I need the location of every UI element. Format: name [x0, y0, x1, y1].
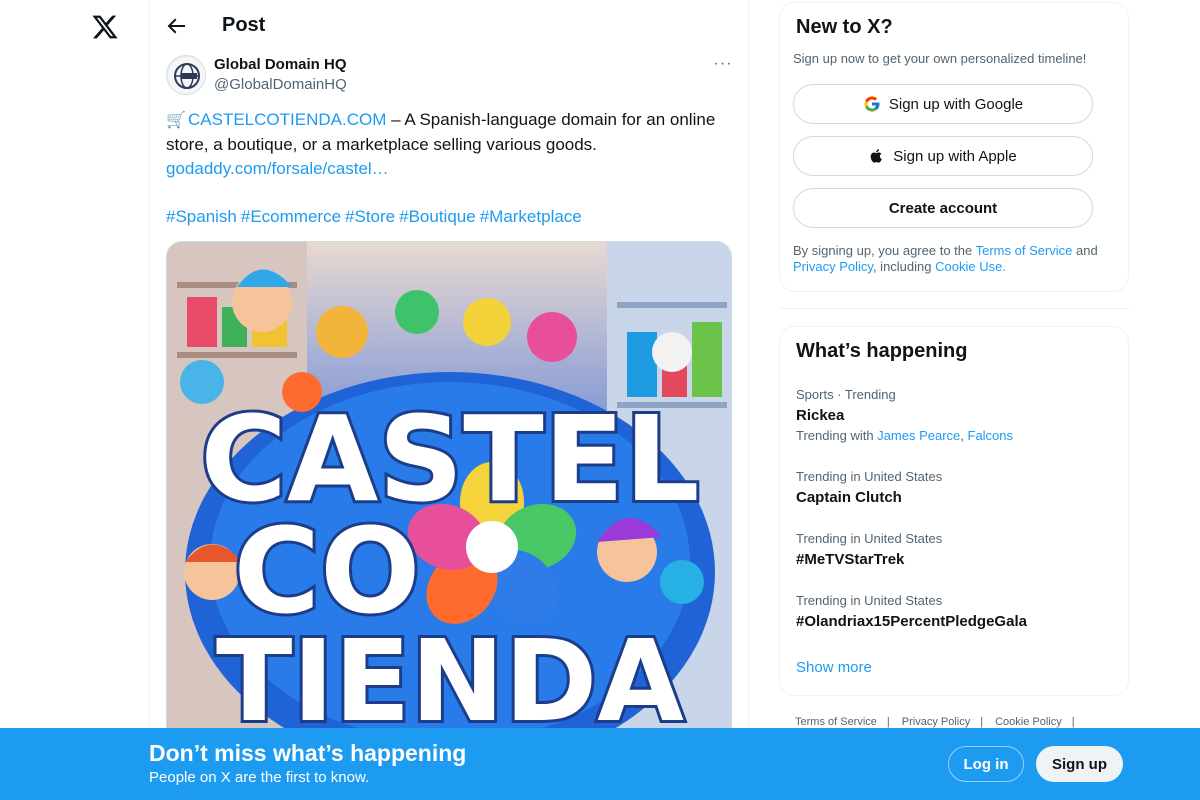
trend-item[interactable]: Trending in United States #MeTVStarTrek — [796, 531, 1116, 568]
bottom-bar-title: Don’t miss what’s happening — [149, 740, 467, 766]
login-button[interactable]: Log in — [948, 746, 1024, 782]
hashtag-link[interactable]: #Store — [345, 207, 395, 226]
terms-of-service-link[interactable]: Terms of Service — [976, 243, 1073, 258]
terms-text: and — [1072, 243, 1098, 258]
trend-item[interactable]: Trending in United States Captain Clutch — [796, 469, 1116, 506]
trend-name: #MeTVStarTrek — [796, 551, 905, 568]
signup-apple-label: Sign up with Apple — [893, 147, 1017, 165]
post-author: Global Domain HQ @GlobalDomainHQ ··· — [166, 55, 736, 97]
avatar[interactable] — [166, 55, 206, 95]
author-handle[interactable]: @GlobalDomainHQ — [214, 76, 347, 93]
ellipsis-icon[interactable]: ··· — [710, 55, 736, 77]
author-name[interactable]: Global Domain HQ — [214, 56, 347, 73]
show-more-link[interactable]: Show more — [796, 659, 872, 676]
post-image[interactable]: CASTEL CO TIENDA — [166, 241, 732, 741]
tweet-text: 🛒 CASTELCOTIENDA.COM – A Spanish-language… — [166, 108, 736, 229]
trend-with-sep: , — [960, 428, 968, 443]
trend-meta: Trending in United States — [796, 593, 943, 608]
apple-icon — [869, 147, 885, 165]
trend-related-link[interactable]: James Pearce — [877, 428, 960, 443]
trend-meta: Trending in United States — [796, 469, 943, 484]
footer-separator: | — [886, 716, 890, 728]
post-header: Post — [150, 0, 748, 53]
trend-name: Rickea — [796, 407, 845, 424]
signup-google-button[interactable]: Sign up with Google — [793, 84, 1093, 124]
hashtag-link[interactable]: #Spanish — [166, 207, 237, 226]
footer-link[interactable]: Cookie Policy — [995, 716, 1062, 728]
signup-button[interactable]: Sign up — [1036, 746, 1123, 782]
trend-with-prefix: Trending with — [796, 428, 878, 443]
footer-link[interactable]: Terms of Service — [795, 716, 877, 728]
bottom-bar-subtitle: People on X are the first to know. — [149, 769, 370, 786]
main-column: Post Global Domain HQ @GlobalDomainHQ ··… — [149, 0, 749, 800]
bottom-signup-bar: Don’t miss what’s happening People on X … — [0, 728, 1200, 800]
trend-with: Trending with James Pearce, Falcons — [796, 428, 1116, 443]
signup-apple-button[interactable]: Sign up with Apple — [793, 136, 1093, 176]
signup-title: New to X? — [796, 16, 893, 38]
x-logo-icon[interactable] — [91, 12, 119, 42]
terms-text: By signing up, you agree to the — [793, 243, 976, 258]
arrow-left-icon[interactable] — [164, 14, 188, 38]
hashtag-link[interactable]: #Boutique — [399, 207, 476, 226]
trending-title: What’s happening — [796, 340, 968, 362]
signup-google-label: Sign up with Google — [888, 95, 1024, 113]
footer-link[interactable]: Privacy Policy — [902, 716, 970, 728]
cart-icon: 🛒 — [166, 112, 186, 129]
trending-card: What’s happening Sports · Trending Ricke… — [779, 326, 1129, 696]
trend-related-link[interactable]: Falcons — [968, 428, 1014, 443]
divider — [779, 308, 1129, 309]
left-nav — [0, 0, 150, 800]
trend-name: Captain Clutch — [796, 489, 902, 506]
hashtag-link[interactable]: #Ecommerce — [241, 207, 341, 226]
google-icon — [863, 95, 881, 113]
signup-terms: By signing up, you agree to the Terms of… — [793, 243, 1123, 275]
page-title: Post — [222, 14, 266, 36]
create-account-button[interactable]: Create account — [793, 188, 1093, 228]
footer-links: Terms of Service | Privacy Policy | Cookie… — [795, 716, 1087, 728]
signup-subtitle: Sign up now to get your own personalized… — [793, 51, 1087, 66]
trend-item[interactable]: Trending in United States #Olandriax15Pe… — [796, 593, 1116, 630]
privacy-policy-link[interactable]: Privacy Policy — [793, 259, 873, 274]
hashtag-list: #Spanish #Ecommerce #Store #Boutique #Market… — [166, 205, 736, 229]
footer-separator: | — [980, 716, 984, 728]
url-link[interactable]: godaddy.com/forsale/castel… — [166, 159, 389, 178]
create-account-label: Create account — [888, 199, 998, 217]
signup-card: New to X? Sign up now to get your own pe… — [779, 2, 1129, 292]
trend-name: #Olandriax15PercentPledgeGala — [796, 613, 1027, 630]
trend-meta: Trending in United States — [796, 531, 943, 546]
domain-link[interactable]: CASTELCOTIENDA.COM — [188, 110, 386, 129]
image-text-line: TIENDA — [216, 617, 684, 741]
terms-text: , including — [872, 259, 936, 274]
cookie-use-link[interactable]: Cookie Use. — [935, 259, 1006, 274]
footer-separator: | — [1071, 716, 1075, 728]
hashtag-link[interactable]: #Marketplace — [480, 207, 582, 226]
trend-item[interactable]: Sports · Trending Rickea Trending with J… — [796, 387, 1116, 443]
trend-meta: Sports · Trending — [796, 387, 896, 402]
